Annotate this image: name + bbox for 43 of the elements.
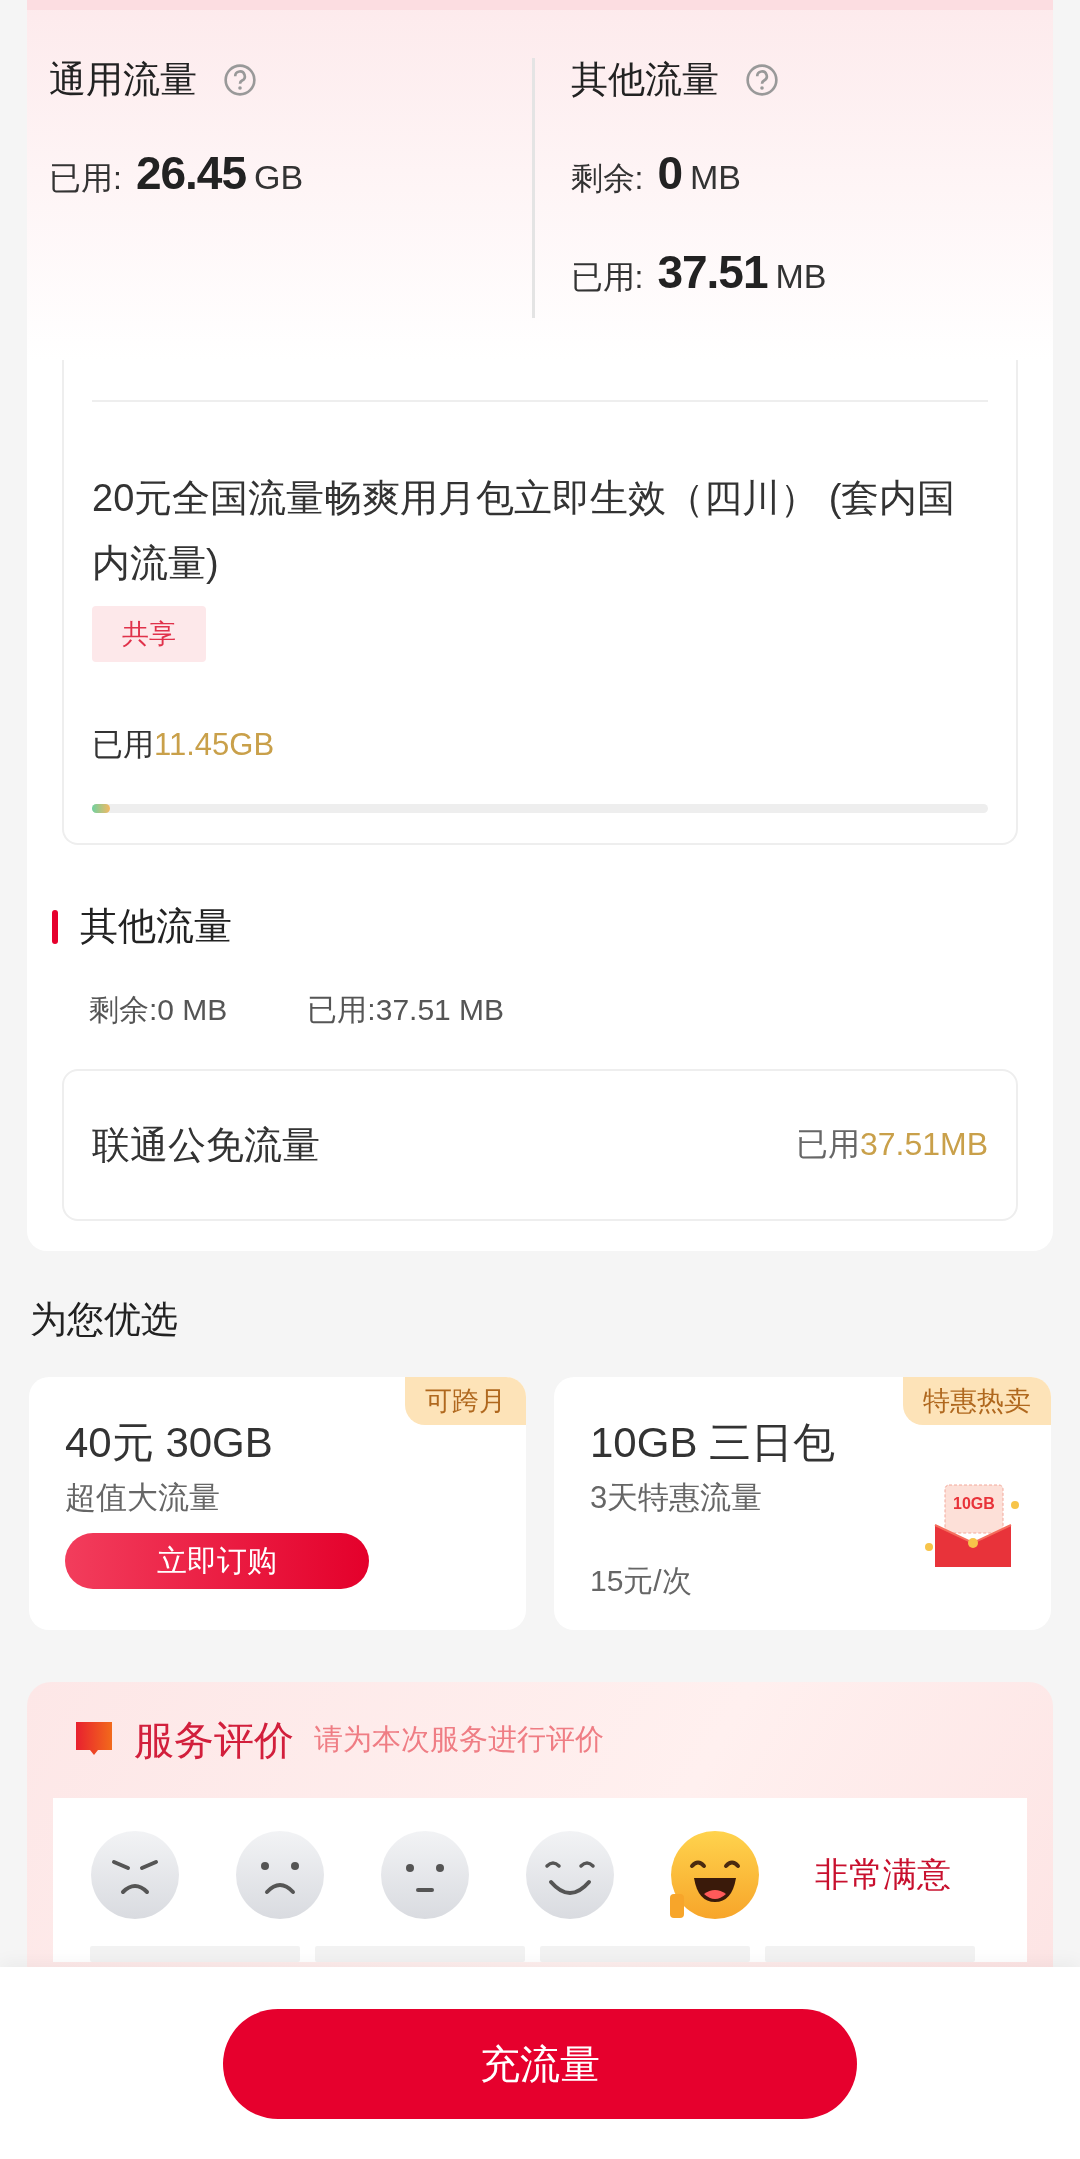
remaining-text: 剩余:0 MB — [89, 992, 228, 1028]
product-card[interactable]: 特惠热卖 10GB 三日包 3天特惠流量 15元/次 10GB — [554, 1377, 1051, 1630]
rating-label: 非常满意 — [815, 1854, 951, 1895]
value-number: 26.45 — [135, 146, 246, 200]
order-button[interactable]: 立即订购 — [65, 1533, 369, 1589]
evaluation-title: 服务评价 — [134, 1716, 294, 1764]
product-badge: 特惠热卖 — [903, 1377, 1051, 1425]
value-unit: MB — [690, 158, 741, 197]
share-tag: 共享 — [92, 606, 206, 662]
section-title: 为您优选 — [30, 1298, 179, 1342]
value-label: 剩余: — [570, 159, 644, 198]
neutral-face-icon[interactable] — [380, 1830, 470, 1920]
product-title: 10GB 三日包 — [590, 1418, 837, 1468]
recharge-button[interactable]: 充流量 — [223, 2009, 857, 2119]
summary-title: 其他流量 — [570, 58, 719, 102]
product-title: 40元 30GB — [65, 1418, 274, 1468]
laugh-face-icon[interactable] — [670, 1830, 760, 1920]
used-text: 已用:37.51 MB — [307, 992, 505, 1028]
value-label: 已用: — [49, 159, 122, 198]
value-label: 已用: — [570, 258, 644, 297]
package-name: 20元全国流量畅爽用月包立即生效（四川） (套内国内流量) — [92, 476, 957, 586]
help-icon[interactable] — [744, 63, 779, 97]
smile-face-icon[interactable] — [525, 1830, 615, 1920]
section-title: 其他流量 — [80, 904, 232, 949]
value-number: 0 — [657, 146, 682, 200]
product-subtitle: 3天特惠流量 — [590, 1479, 763, 1517]
value-unit: GB — [254, 158, 304, 197]
item-name: 联通公免流量 — [92, 1122, 320, 1168]
value-number: 37.51 — [657, 245, 768, 299]
product-price: 15元/次 — [590, 1563, 693, 1599]
package-used: 已用11.45GB — [92, 726, 276, 764]
evaluation-hint: 请为本次服务进行评价 — [314, 1722, 604, 1757]
item-used: 已用37.51MB — [795, 1125, 988, 1164]
section-marker — [52, 909, 58, 944]
summary-title: 通用流量 — [49, 58, 197, 102]
sad-face-icon[interactable] — [235, 1830, 325, 1920]
product-card[interactable]: 可跨月 40元 30GB 超值大流量 立即订购 — [29, 1377, 526, 1630]
value-unit: MB — [775, 257, 827, 296]
product-badge: 可跨月 — [405, 1377, 526, 1425]
help-icon[interactable] — [223, 63, 257, 97]
envelope-label: 10GB — [953, 1495, 995, 1513]
product-subtitle: 超值大流量 — [65, 1479, 220, 1517]
angry-face-icon[interactable] — [90, 1830, 180, 1920]
